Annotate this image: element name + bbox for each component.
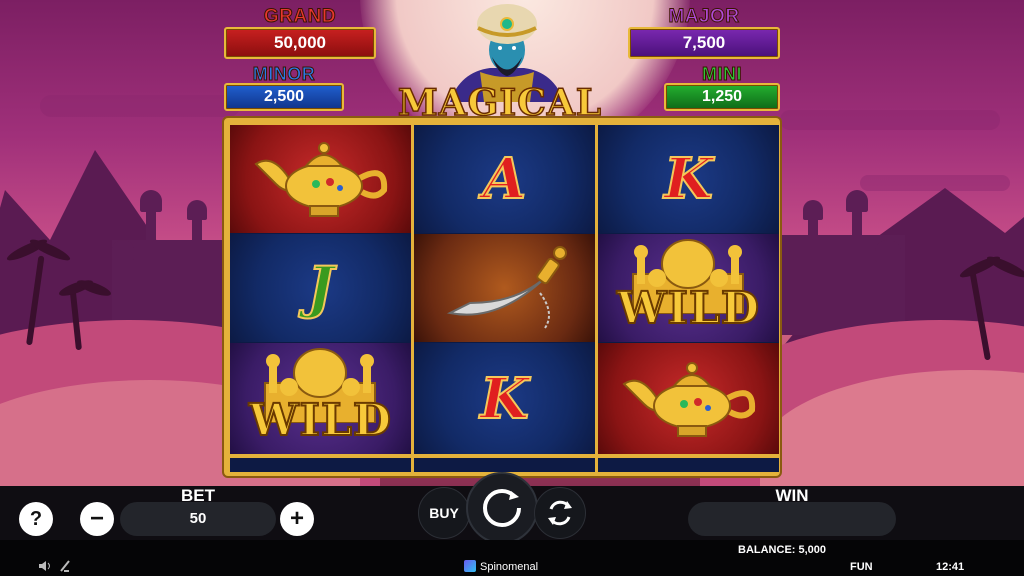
turbo-icon[interactable] <box>58 559 72 573</box>
autoplay-button[interactable] <box>534 487 586 539</box>
buy-button[interactable]: BUY <box>418 487 470 539</box>
reel-cell: K <box>598 125 779 233</box>
reel-3-footer <box>598 458 779 472</box>
magic-lamp-icon <box>253 142 387 217</box>
symbol-k: K <box>663 145 714 213</box>
reel-cell: A <box>414 125 595 233</box>
control-bar: ? BET 50 − + BUY WIN <box>0 472 1024 544</box>
brand-name: Spinomenal <box>480 561 539 573</box>
symbol-j: J <box>306 254 334 322</box>
jackpot-mini-value: 1,250 <box>664 83 780 111</box>
spin-button[interactable] <box>466 472 538 544</box>
bet-decrease-button[interactable]: − <box>80 502 114 536</box>
cloud <box>780 110 1000 130</box>
palace-dome <box>846 190 868 212</box>
palace-tower <box>146 205 156 255</box>
autoplay-icon <box>548 500 572 526</box>
palace-dome <box>187 200 207 220</box>
reel-cell <box>414 234 595 342</box>
reel-1: J WILD <box>230 125 411 454</box>
reel-2: A K <box>414 125 595 454</box>
palace-tower <box>852 205 862 255</box>
balance-text: BALANCE: 5,000 <box>738 544 827 556</box>
jackpot-grand: GRAND 50,000 <box>224 6 376 59</box>
palace-dome <box>112 240 134 260</box>
reel-3: K WILD <box>598 125 779 454</box>
jackpot-mini: MINI 1,250 <box>664 64 780 111</box>
spin-icon <box>483 489 521 527</box>
reel-1-footer <box>230 458 411 472</box>
reel-cell: J <box>230 234 411 342</box>
wild-label: WILD <box>248 394 393 447</box>
reel-cell: K <box>414 343 595 454</box>
help-button[interactable]: ? <box>19 502 53 536</box>
cloud <box>860 175 1010 191</box>
reels-frame: J WILD A K K WILD <box>224 118 780 476</box>
mode-indicator: FUN <box>850 561 873 573</box>
dagger-icon <box>446 246 567 329</box>
jackpot-major-label: MAJOR <box>668 6 740 28</box>
reel-cell <box>598 343 779 454</box>
jackpot-minor: MINOR 2,500 <box>224 64 344 111</box>
cloud <box>40 95 240 117</box>
palace-tower <box>192 215 202 255</box>
bet-value: 50 <box>189 510 207 527</box>
symbol-k: K <box>479 365 530 433</box>
jackpot-mini-label: MINI <box>702 64 743 85</box>
status-bar: BALANCE: 5,000 Spinomenal FUN 12:41 <box>0 540 1024 576</box>
palace-dome <box>803 200 823 220</box>
clock: 12:41 <box>936 561 965 573</box>
magic-lamp-icon <box>621 361 755 437</box>
palace-dome <box>140 190 162 212</box>
jackpot-grand-label: GRAND <box>263 6 337 28</box>
jackpot-minor-label: MINOR <box>252 64 316 85</box>
bet-increase-button[interactable]: + <box>280 502 314 536</box>
sound-icon[interactable] <box>38 560 52 572</box>
jackpot-minor-value: 2,500 <box>224 83 344 111</box>
palace-dome <box>875 240 901 262</box>
symbol-a: A <box>482 145 527 213</box>
reel-cell <box>230 125 411 233</box>
brand-logo-icon <box>464 560 476 572</box>
reel-cell: WILD <box>598 234 779 342</box>
jackpot-major: MAJOR 7,500 <box>628 6 780 59</box>
palace-tower <box>808 215 818 255</box>
jackpot-major-value: 7,500 <box>628 27 780 59</box>
reel-cell: WILD <box>230 343 411 454</box>
wild-label: WILD <box>616 282 761 335</box>
win-display <box>688 502 896 536</box>
reel-2-footer <box>414 458 595 472</box>
jackpot-grand-value: 50,000 <box>224 27 376 59</box>
